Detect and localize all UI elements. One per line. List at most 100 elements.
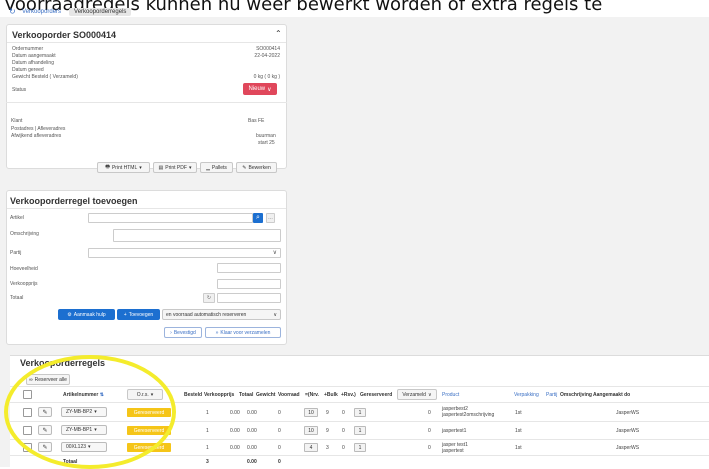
row-checkbox[interactable] <box>23 443 32 452</box>
toevoegen-button[interactable]: + Toevoegen <box>117 309 160 320</box>
col-verpakking[interactable]: Verpakking <box>514 392 539 398</box>
bulk-value: 0 <box>342 410 345 416</box>
col-besteld: Besteld <box>184 392 203 398</box>
partij-select[interactable]: ∨ <box>88 248 281 258</box>
aanmaak-hulp-button[interactable]: ⚙ Aanmaak hulp <box>58 309 115 320</box>
search-button[interactable]: ⌕ <box>253 213 263 223</box>
sort-icon: ⇅ <box>99 392 104 398</box>
verkoopprijs-label: Verkoopprijs <box>10 281 38 287</box>
klant-label: Klant <box>11 118 23 124</box>
header-top-line <box>10 386 709 387</box>
gewicht-value: 0 <box>278 410 281 416</box>
select-all-checkbox[interactable] <box>23 390 32 399</box>
pallets-label: Pallets <box>211 164 227 171</box>
reserveren-select[interactable]: en voorraad automatisch reserveren ∨ <box>162 309 281 320</box>
row-divider <box>10 421 709 422</box>
totaal-value: 0.00 <box>247 410 257 416</box>
col-gereserveerd: Gereserveerd <box>360 392 393 398</box>
footer-totaal: 0.00 <box>247 459 257 465</box>
pallets-button[interactable]: ▁ Pallets <box>200 162 233 173</box>
print-pdf-button[interactable]: ▤ Print PDF ▾ <box>153 162 197 173</box>
col-verzameld-dropdown[interactable]: Verzameld ∨ <box>397 389 437 400</box>
prijs-value: 0.00 <box>230 410 240 416</box>
besteld-value: 1 <box>206 445 209 451</box>
artikel-dropdown[interactable]: ZY-MB-BP2 ▾ <box>61 407 107 417</box>
row-checkbox[interactable] <box>23 426 32 435</box>
caret-down-icon: ▾ <box>94 409 97 415</box>
hoeveelheid-input[interactable] <box>217 263 281 273</box>
product-description: jaspertest2omschrijving <box>442 412 495 418</box>
prijs-value: 0.00 <box>230 428 240 434</box>
collapse-icon[interactable]: ⌃ <box>275 29 282 38</box>
besteld-value: 1 <box>206 410 209 416</box>
status-select[interactable]: Nieuw ∨ <box>243 83 277 95</box>
bevestigd-button[interactable]: › Bevestigd <box>164 327 202 338</box>
afwijkend-value: start 25 <box>258 140 275 146</box>
chevron-right-icon: › <box>170 329 172 336</box>
col-voorraad: Voorraad <box>278 392 300 398</box>
nrv-value: 9 <box>326 428 329 434</box>
rsv-value[interactable]: 1 <box>354 426 366 435</box>
artikel-value: 00XL123 <box>66 444 87 450</box>
rsv-value[interactable]: 1 <box>354 408 366 417</box>
plus-icon: + <box>123 311 127 318</box>
refresh-button[interactable]: ↻ <box>203 293 215 303</box>
rsv-value[interactable]: 1 <box>354 443 366 452</box>
bulk-value: 0 <box>342 428 345 434</box>
row-checkbox[interactable] <box>23 408 32 417</box>
refresh-icon[interactable]: ↻ <box>9 7 16 16</box>
edit-button[interactable]: ✎ <box>38 425 52 435</box>
caret-down-icon: ▾ <box>139 164 142 171</box>
col-verzameld-label: Verzameld <box>402 391 426 398</box>
col-rsv: +Rsv.) <box>341 392 356 398</box>
breadcrumb-verkooporders[interactable]: Verkooporders <box>22 9 61 15</box>
field-label: Datum afhandeling <box>12 60 54 66</box>
pencil-icon: ✎ <box>42 444 48 451</box>
rules-title: Verkooporderregels <box>20 358 106 368</box>
breadcrumb-verkooporderregels[interactable]: Verkooporderregels <box>69 8 132 16</box>
product-description: jaspertest <box>442 448 464 454</box>
verpakking-value: 1st <box>515 428 522 434</box>
afwijkend-label: Afwijkend afleveradres <box>11 133 62 139</box>
status-badge: Gereserveerd <box>127 426 171 435</box>
edit-button[interactable]: ✎ <box>38 407 52 417</box>
document-icon: ▤ <box>158 164 164 171</box>
reserve-all-label: Reserveer alle <box>34 376 67 383</box>
voorraad-value[interactable]: 10 <box>304 426 318 435</box>
bewerken-button[interactable]: ✎ Bewerken <box>236 162 277 173</box>
add-rule-divider <box>7 208 286 209</box>
col-aangemaakt: Aangemaakt do <box>593 392 631 398</box>
col-artikelnummer[interactable]: Artikelnummer ⇅ <box>63 392 104 398</box>
verpakking-value: 1st <box>515 410 522 416</box>
pencil-icon: ✎ <box>42 409 48 416</box>
col-partij[interactable]: Partij <box>546 392 557 398</box>
col-verkoopprijs: Verkoopprijs <box>204 392 235 398</box>
col-ors-dropdown[interactable]: O.r.s. ▾ <box>127 389 163 400</box>
more-button[interactable]: … <box>266 213 275 223</box>
verzameld-value: 0 <box>428 428 431 434</box>
omschrijving-input[interactable] <box>113 229 281 242</box>
footer-besteld: 3 <box>206 459 209 465</box>
verkoopprijs-input[interactable] <box>217 279 281 289</box>
col-bulk: +Bulk <box>324 392 338 398</box>
artikel-dropdown[interactable]: 00XL123 ▾ <box>61 442 107 452</box>
link-icon: ∞ <box>29 376 33 383</box>
voorraad-value[interactable]: 4 <box>304 443 318 452</box>
reserve-all-button[interactable]: ∞ Reserveer alle <box>26 374 70 385</box>
pencil-icon: ✎ <box>42 427 48 434</box>
toevoegen-label: Toevoegen <box>128 311 154 318</box>
artikel-input[interactable] <box>88 213 253 223</box>
print-html-button[interactable]: 🖶 Print HTML ▾ <box>97 162 150 173</box>
chevron-down-icon: ∨ <box>427 391 432 398</box>
voorraad-value[interactable]: 10 <box>304 408 318 417</box>
product-value: jaspertest1 <box>442 428 467 434</box>
artikel-dropdown[interactable]: ZY-MB-BP1 ▾ <box>61 425 107 435</box>
col-product[interactable]: Product <box>442 392 459 398</box>
totaal-input[interactable] <box>217 293 281 303</box>
rules-panel: Verkooporderregels ∞ Reserveer alle Arti… <box>10 355 709 467</box>
totaal-value: 0.00 <box>247 428 257 434</box>
gewicht-value: 0 <box>278 428 281 434</box>
klaar-button[interactable]: » Klaar voor verzamelen <box>205 327 281 338</box>
col-totaal: Totaal <box>239 392 254 398</box>
edit-button[interactable]: ✎ <box>38 442 52 452</box>
